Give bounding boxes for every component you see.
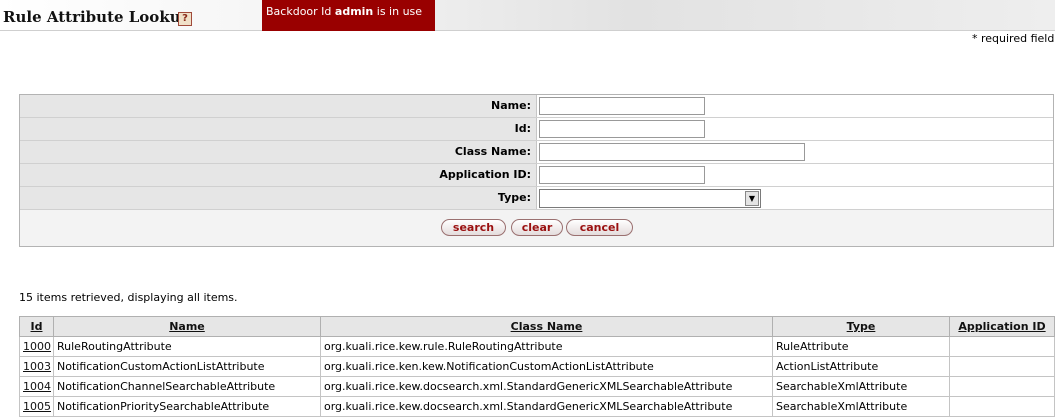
row-class-name: org.kuali.rice.kew.docsearch.xml.Standar… <box>320 376 773 397</box>
row-type: SearchableXmlAttribute <box>772 376 950 397</box>
form-row-application-id: Application ID: <box>20 164 1053 187</box>
table-row: 1000 RuleRoutingAttribute org.kuali.rice… <box>19 336 1055 357</box>
column-header-id[interactable]: Id <box>19 316 54 337</box>
form-row-id: Id: <box>20 118 1053 141</box>
row-id-link[interactable]: 1004 <box>23 380 51 393</box>
row-name: NotificationCustomActionListAttribute <box>53 356 321 377</box>
type-select[interactable]: ▼ <box>539 189 761 208</box>
row-id-link[interactable]: 1003 <box>23 360 51 373</box>
page-header: Rule Attribute Lookup ? Backdoor Id admi… <box>0 0 1055 31</box>
row-name: NotificationChannelSearchableAttribute <box>53 376 321 397</box>
row-application-id <box>949 396 1055 417</box>
row-application-id <box>949 336 1055 357</box>
class-name-input[interactable] <box>539 143 805 161</box>
chevron-down-icon[interactable]: ▼ <box>745 191 759 206</box>
backdoor-user: admin <box>334 5 374 18</box>
name-label: Name: <box>20 95 537 117</box>
form-row-name: Name: <box>20 95 1053 118</box>
row-class-name: org.kuali.rice.kew.rule.RuleRoutingAttri… <box>320 336 773 357</box>
id-input[interactable] <box>539 120 705 138</box>
row-type: RuleAttribute <box>772 336 950 357</box>
form-row-class-name: Class Name: <box>20 141 1053 164</box>
results-table: Id Name Class Name Type Application ID 1… <box>19 316 1055 417</box>
table-row: 1005 NotificationPrioritySearchableAttri… <box>19 396 1055 417</box>
search-button[interactable]: search <box>441 219 506 236</box>
backdoor-prefix: Backdoor Id <box>266 5 335 18</box>
result-count: 15 items retrieved, displaying all items… <box>19 291 238 304</box>
table-row: 1004 NotificationChannelSearchableAttrib… <box>19 376 1055 397</box>
form-button-bar: search clear cancel <box>20 210 1053 246</box>
table-row: 1003 NotificationCustomActionListAttribu… <box>19 356 1055 377</box>
row-name: NotificationPrioritySearchableAttribute <box>53 396 321 417</box>
row-name: RuleRoutingAttribute <box>53 336 321 357</box>
row-application-id <box>949 356 1055 377</box>
page-title: Rule Attribute Lookup <box>3 8 192 26</box>
column-header-type[interactable]: Type <box>772 316 950 337</box>
class-name-label: Class Name: <box>20 141 537 163</box>
backdoor-suffix: is in use <box>373 5 423 18</box>
row-class-name: org.kuali.rice.ken.kew.NotificationCusto… <box>320 356 773 377</box>
application-id-input[interactable] <box>539 166 705 184</box>
cancel-button[interactable]: cancel <box>566 219 633 236</box>
form-row-type: Type: ▼ <box>20 187 1053 210</box>
table-header-row: Id Name Class Name Type Application ID <box>19 316 1055 337</box>
name-input[interactable] <box>539 97 705 115</box>
row-type: SearchableXmlAttribute <box>772 396 950 417</box>
row-application-id <box>949 376 1055 397</box>
help-icon[interactable]: ? <box>178 12 192 26</box>
id-label: Id: <box>20 118 537 140</box>
column-header-name[interactable]: Name <box>53 316 321 337</box>
row-id-link[interactable]: 1000 <box>23 340 51 353</box>
row-type: ActionListAttribute <box>772 356 950 377</box>
row-class-name: org.kuali.rice.kew.docsearch.xml.Standar… <box>320 396 773 417</box>
row-id-link[interactable]: 1005 <box>23 400 51 413</box>
backdoor-banner: Backdoor Id admin is in use <box>262 0 435 31</box>
clear-button[interactable]: clear <box>511 219 563 236</box>
required-field-note: * required field <box>972 32 1055 45</box>
lookup-criteria-form: Name: Id: Class Name: Application ID: Ty… <box>19 94 1054 247</box>
type-label: Type: <box>20 187 537 209</box>
application-id-label: Application ID: <box>20 164 537 186</box>
column-header-application-id[interactable]: Application ID <box>949 316 1055 337</box>
column-header-class-name[interactable]: Class Name <box>320 316 773 337</box>
